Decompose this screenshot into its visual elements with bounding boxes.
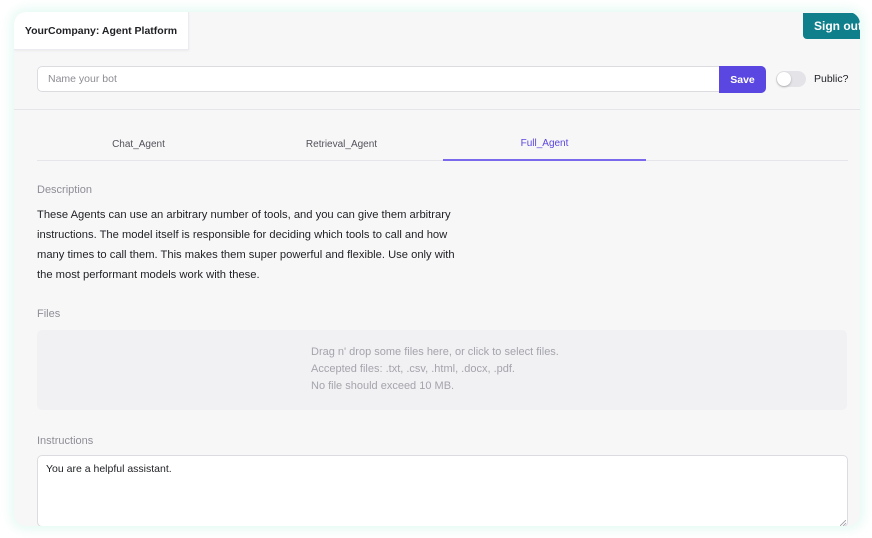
bot-name-input[interactable]: [37, 66, 720, 92]
description-line: These Agents can use an arbitrary number…: [37, 209, 451, 221]
tab-full-agent[interactable]: Full_Agent: [443, 128, 646, 161]
dropzone-size-limit: No file should exceed 10 MB.: [311, 380, 455, 392]
description-text: These Agents can use an arbitrary number…: [37, 205, 487, 285]
files-heading: Files: [37, 308, 61, 320]
dropzone-accepted-types: Accepted files: .txt, .csv, .html, .docx…: [311, 363, 515, 375]
tab-chat-agent[interactable]: Chat_Agent: [37, 128, 240, 160]
tab-retrieval-agent[interactable]: Retrieval_Agent: [240, 128, 443, 160]
file-dropzone[interactable]: Drag n' drop some files here, or click t…: [37, 330, 847, 410]
bot-header-row: Save Public?: [14, 52, 860, 110]
app-title: YourCompany: Agent Platform: [14, 12, 189, 50]
description-line: instructions. The model itself is respon…: [37, 229, 448, 241]
resize-handle-icon[interactable]: [840, 520, 846, 526]
public-label: Public?: [814, 73, 849, 85]
save-button[interactable]: Save: [719, 66, 766, 93]
instructions-heading: Instructions: [37, 435, 94, 447]
app-window: YourCompany: Agent Platform Sign out Sav…: [14, 12, 860, 526]
description-line: the most performant models work with the…: [37, 269, 260, 281]
sign-out-button[interactable]: Sign out: [803, 13, 860, 39]
agent-type-tabs: Chat_Agent Retrieval_Agent Full_Agent: [37, 128, 848, 161]
instructions-textarea[interactable]: [37, 455, 848, 526]
description-heading: Description: [37, 184, 93, 196]
public-toggle-knob: [777, 72, 791, 86]
dropzone-instruction: Drag n' drop some files here, or click t…: [311, 346, 559, 358]
public-toggle[interactable]: [776, 71, 806, 87]
description-line: many times to call them. This makes them…: [37, 249, 455, 261]
